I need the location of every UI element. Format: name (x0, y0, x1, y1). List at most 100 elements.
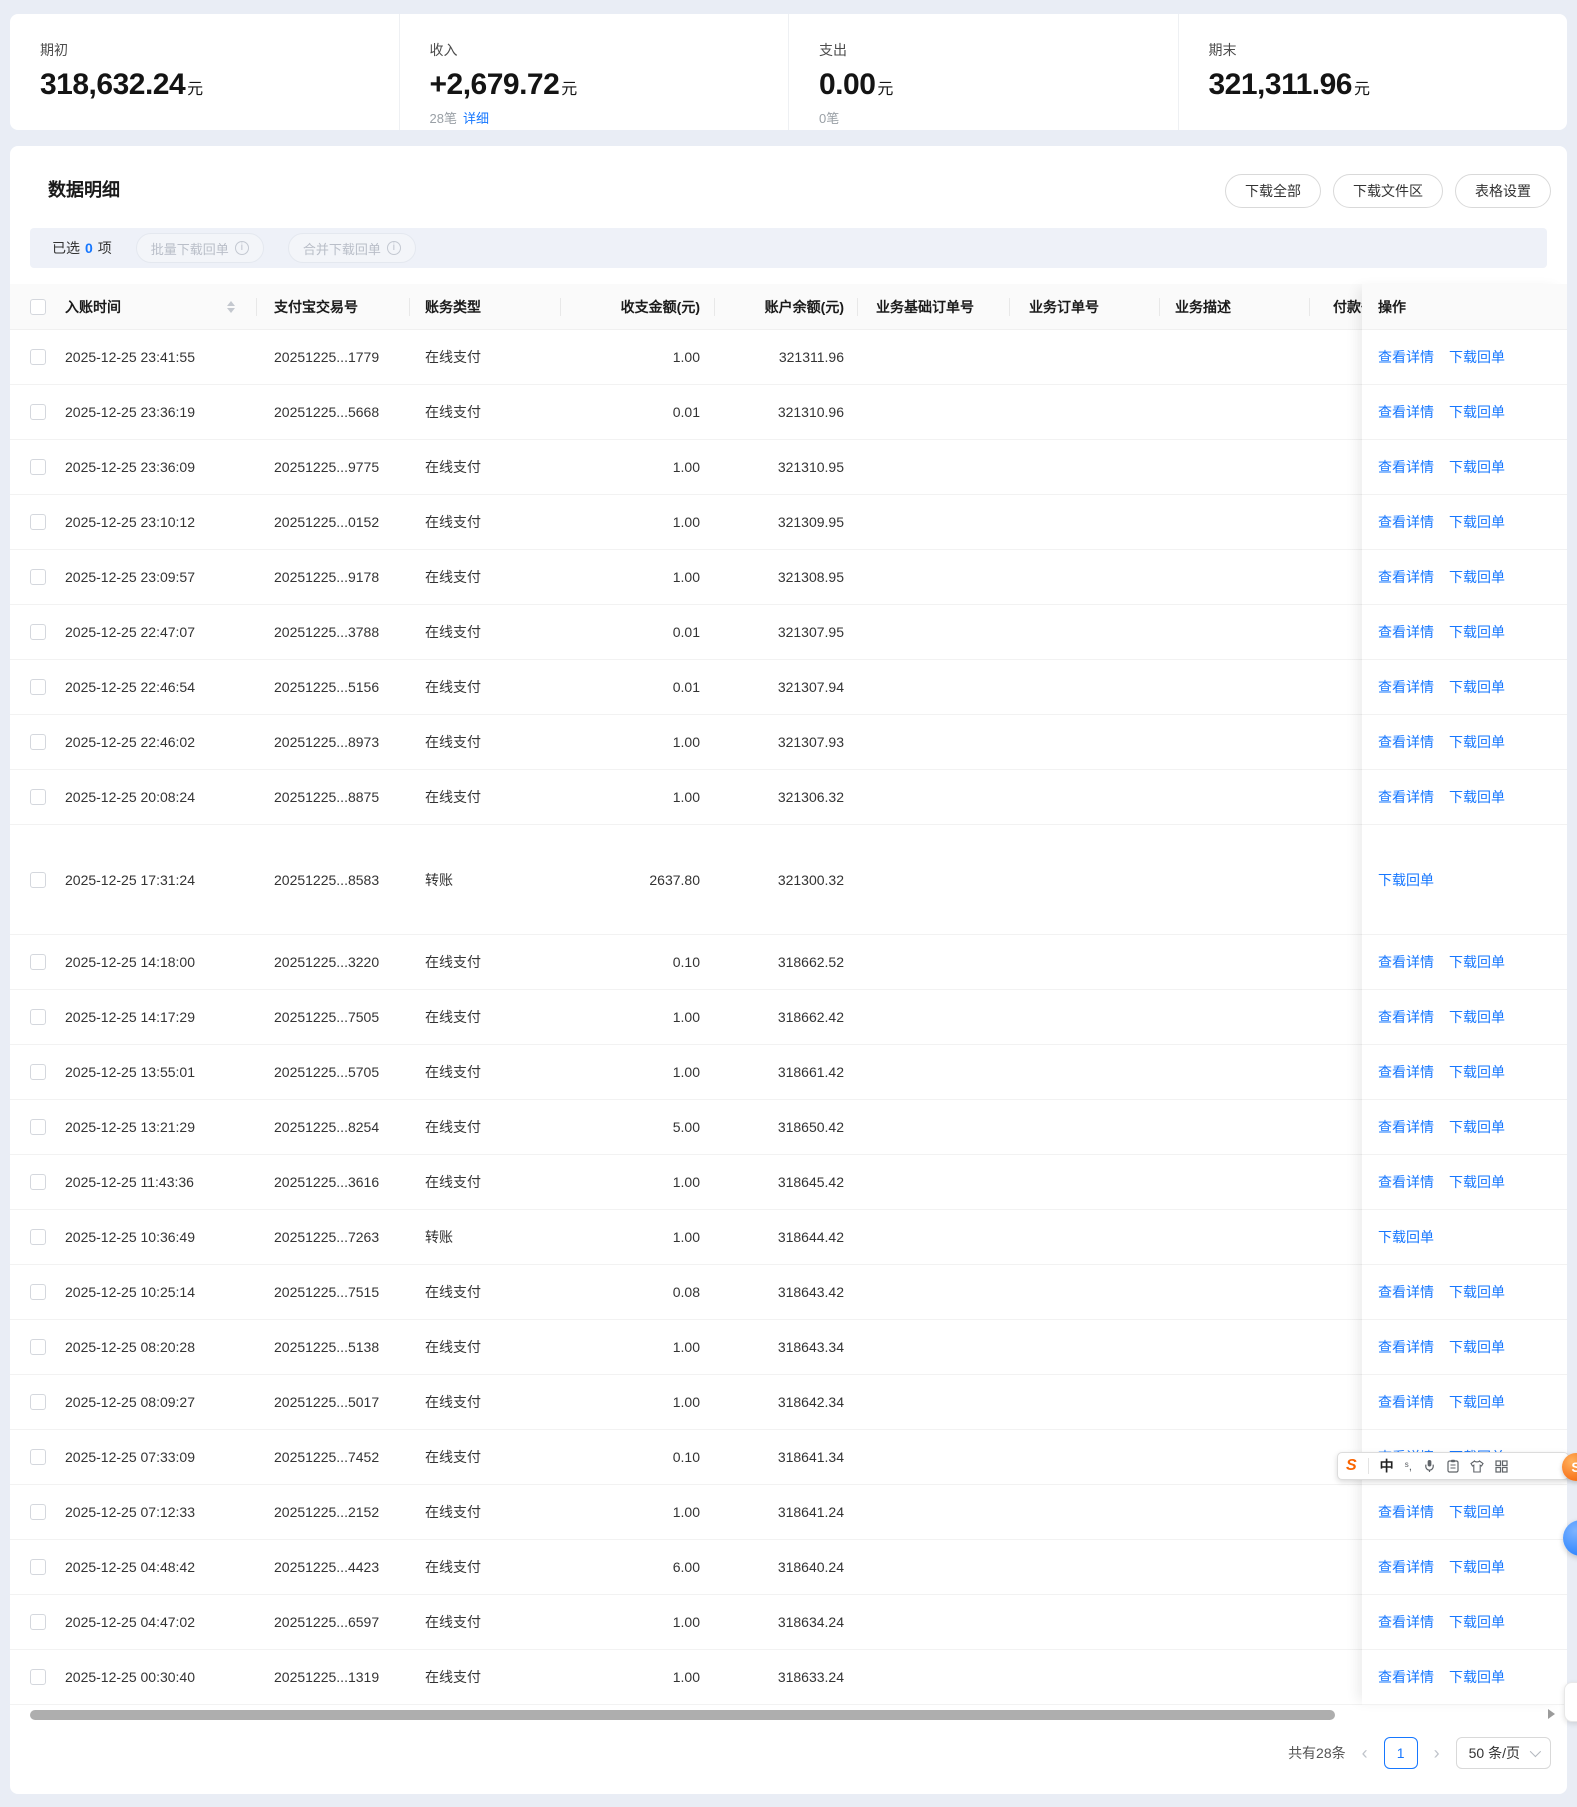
download-receipt-link[interactable]: 下载回单 (1449, 1117, 1505, 1137)
ime-toolbar[interactable]: S 中 ˢ, (1337, 1452, 1569, 1480)
download-receipt-link[interactable]: 下载回单 (1449, 732, 1505, 752)
view-detail-link[interactable]: 查看详情 (1378, 567, 1434, 587)
row-checkbox[interactable] (30, 514, 46, 530)
row-checkbox[interactable] (30, 734, 46, 750)
download-receipt-link[interactable]: 下载回单 (1449, 347, 1505, 367)
row-checkbox[interactable] (30, 1009, 46, 1025)
row-checkbox[interactable] (30, 679, 46, 695)
horizontal-scrollbar[interactable] (30, 1708, 1557, 1722)
clipboard-icon[interactable] (1447, 1459, 1459, 1473)
download-receipt-link[interactable]: 下载回单 (1449, 1282, 1505, 1302)
col-header-time[interactable]: 入账时间 (65, 284, 257, 329)
download-receipt-link[interactable]: 下载回单 (1449, 402, 1505, 422)
toolbox-grid-icon[interactable] (1495, 1460, 1508, 1473)
ime-language-toggle[interactable]: 中 (1380, 1456, 1394, 1476)
row-checkbox[interactable] (30, 459, 46, 475)
view-detail-link[interactable]: 查看详情 (1378, 1337, 1434, 1357)
view-detail-link[interactable]: 查看详情 (1378, 732, 1434, 752)
download-receipt-link[interactable]: 下载回单 (1449, 1062, 1505, 1082)
cell-order (1010, 1485, 1160, 1539)
row-checkbox[interactable] (30, 954, 46, 970)
download-receipt-link[interactable]: 下载回单 (1449, 1502, 1505, 1522)
view-detail-link[interactable]: 查看详情 (1378, 1392, 1434, 1412)
download-receipt-link[interactable]: 下载回单 (1449, 677, 1505, 697)
page-size-select[interactable]: 50 条/页 (1456, 1737, 1551, 1769)
row-checkbox[interactable] (30, 1119, 46, 1135)
download-receipt-link[interactable]: 下载回单 (1449, 457, 1505, 477)
download-receipt-link[interactable]: 下载回单 (1378, 1227, 1434, 1247)
cell-balance: 318650.42 (715, 1100, 858, 1154)
download-receipt-link[interactable]: 下载回单 (1449, 1667, 1505, 1687)
cell-txid: 20251225...1319 (257, 1650, 410, 1704)
cell-desc (1160, 1650, 1310, 1704)
download-receipt-link[interactable]: 下载回单 (1449, 1557, 1505, 1577)
income-detail-link[interactable]: 详细 (463, 111, 489, 126)
view-detail-link[interactable]: 查看详情 (1378, 1612, 1434, 1632)
row-checkbox[interactable] (30, 1614, 46, 1630)
download-receipt-link[interactable]: 下载回单 (1449, 567, 1505, 587)
tone-icon[interactable]: ˢ, (1405, 1459, 1412, 1473)
view-detail-link[interactable]: 查看详情 (1378, 1667, 1434, 1687)
row-checkbox[interactable] (30, 624, 46, 640)
row-checkbox[interactable] (30, 1229, 46, 1245)
view-detail-link[interactable]: 查看详情 (1378, 402, 1434, 422)
view-detail-link[interactable]: 查看详情 (1378, 622, 1434, 642)
row-checkbox[interactable] (30, 1504, 46, 1520)
download-receipt-link[interactable]: 下载回单 (1449, 512, 1505, 532)
row-checkbox[interactable] (30, 1559, 46, 1575)
download-receipt-link[interactable]: 下载回单 (1449, 1172, 1505, 1192)
download-receipt-link[interactable]: 下载回单 (1449, 1612, 1505, 1632)
prev-page-button[interactable]: ‹ (1360, 1744, 1370, 1762)
row-checkbox[interactable] (30, 872, 46, 888)
row-checkbox[interactable] (30, 569, 46, 585)
sort-icon[interactable] (227, 301, 235, 313)
row-checkbox[interactable] (30, 1669, 46, 1685)
view-detail-link[interactable]: 查看详情 (1378, 952, 1434, 972)
download-all-button[interactable]: 下载全部 (1225, 174, 1321, 208)
cell-base-order (858, 1540, 1010, 1594)
row-checkbox[interactable] (30, 789, 46, 805)
microphone-icon[interactable] (1423, 1459, 1436, 1473)
download-receipt-link[interactable]: 下载回单 (1449, 952, 1505, 972)
batch-download-button[interactable]: 批量下载回单 i (136, 233, 264, 263)
download-receipt-link[interactable]: 下载回单 (1449, 787, 1505, 807)
view-detail-link[interactable]: 查看详情 (1378, 512, 1434, 532)
download-filezone-button[interactable]: 下载文件区 (1333, 174, 1443, 208)
row-checkbox[interactable] (30, 1449, 46, 1465)
row-checkbox[interactable] (30, 1174, 46, 1190)
download-receipt-link[interactable]: 下载回单 (1378, 870, 1434, 890)
view-detail-link[interactable]: 查看详情 (1378, 1007, 1434, 1027)
merge-download-button[interactable]: 合并下载回单 i (288, 233, 416, 263)
view-detail-link[interactable]: 查看详情 (1378, 1117, 1434, 1137)
float-widget-button[interactable] (1564, 1682, 1577, 1722)
row-checkbox[interactable] (30, 1339, 46, 1355)
row-checkbox[interactable] (30, 1394, 46, 1410)
row-checkbox[interactable] (30, 1064, 46, 1080)
view-detail-link[interactable]: 查看详情 (1378, 457, 1434, 477)
scrollbar-thumb[interactable] (30, 1710, 1335, 1720)
view-detail-link[interactable]: 查看详情 (1378, 787, 1434, 807)
current-page-button[interactable]: 1 (1384, 1737, 1418, 1769)
download-receipt-link[interactable]: 下载回单 (1449, 622, 1505, 642)
view-detail-link[interactable]: 查看详情 (1378, 1502, 1434, 1522)
row-checkbox[interactable] (30, 349, 46, 365)
select-all-checkbox[interactable] (30, 299, 46, 315)
download-receipt-link[interactable]: 下载回单 (1449, 1337, 1505, 1357)
row-checkbox[interactable] (30, 1284, 46, 1300)
view-detail-link[interactable]: 查看详情 (1378, 1557, 1434, 1577)
view-detail-link[interactable]: 查看详情 (1378, 677, 1434, 697)
view-detail-link[interactable]: 查看详情 (1378, 1172, 1434, 1192)
table-row: 2025-12-25 23:09:5720251225...9178在线支付1.… (10, 550, 1567, 605)
row-actions: 查看详情下载回单 (1362, 935, 1567, 990)
next-page-button[interactable]: › (1432, 1744, 1442, 1762)
table-settings-button[interactable]: 表格设置 (1455, 174, 1551, 208)
view-detail-link[interactable]: 查看详情 (1378, 347, 1434, 367)
scroll-right-arrow-icon[interactable] (1548, 1709, 1555, 1719)
summary-sub: 0笔 (819, 108, 1178, 127)
view-detail-link[interactable]: 查看详情 (1378, 1062, 1434, 1082)
download-receipt-link[interactable]: 下载回单 (1449, 1392, 1505, 1412)
skin-icon[interactable] (1470, 1460, 1484, 1473)
row-checkbox[interactable] (30, 404, 46, 420)
view-detail-link[interactable]: 查看详情 (1378, 1282, 1434, 1302)
download-receipt-link[interactable]: 下载回单 (1449, 1007, 1505, 1027)
